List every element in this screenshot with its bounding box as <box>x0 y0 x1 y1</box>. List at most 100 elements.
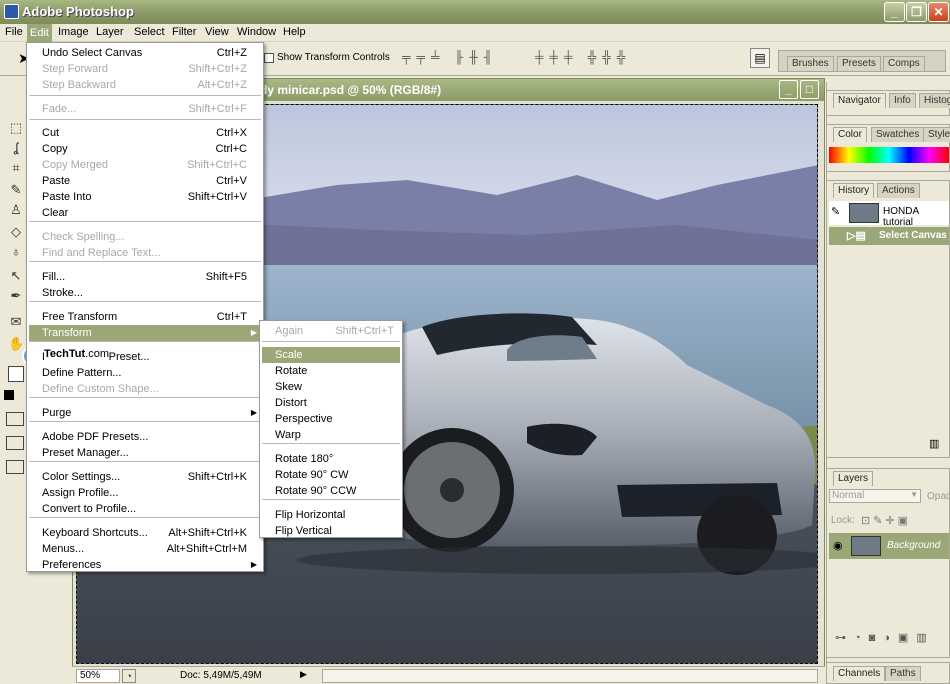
zoom-icon[interactable]: ◔ <box>122 669 136 683</box>
tab-histogram[interactable]: Histog <box>919 93 950 108</box>
zoom-field[interactable]: 50% <box>76 669 120 683</box>
menu-item-label: Assign Profile... <box>42 487 119 499</box>
menu-separator <box>29 301 261 302</box>
transform-menu-item[interactable]: Rotate 90° CW <box>262 467 400 483</box>
menu-filter[interactable]: Filter <box>169 26 199 38</box>
edit-menu-item[interactable]: Undo Select Canvas Ctrl+Z <box>29 45 261 61</box>
edit-menu-item[interactable]: Menus... Alt+Shift+Ctrl+M <box>29 541 261 557</box>
blur-icon[interactable]: ♁ <box>8 244 24 260</box>
blend-mode-select[interactable]: Normal ▼ <box>829 489 921 503</box>
lock-icons[interactable]: ⊡✎✛▣ <box>861 514 911 527</box>
edit-menu-item[interactable]: Copy Ctrl+C <box>29 141 261 157</box>
history-snapshot[interactable]: ✎ HONDA tutorial <box>829 201 949 228</box>
quick-mask-icon[interactable] <box>6 412 24 426</box>
edit-menu-item[interactable]: Assign Profile... <box>29 485 261 501</box>
tab-layers[interactable]: Layers <box>833 471 874 486</box>
tab-presets[interactable]: Presets <box>837 56 881 71</box>
transform-menu-item[interactable]: Flip Horizontal <box>262 507 400 523</box>
show-transform-checkbox[interactable]: Show Transform Controls <box>264 52 390 63</box>
transform-menu-item[interactable]: Rotate 90° CCW <box>262 483 400 499</box>
transform-menu-item[interactable]: Perspective <box>262 411 400 427</box>
menu-item-label: Cut <box>42 127 60 139</box>
menu-select[interactable]: Select <box>131 26 168 38</box>
tab-history[interactable]: History <box>833 183 875 198</box>
tab-channels[interactable]: Channels <box>833 666 886 681</box>
tab-actions[interactable]: Actions <box>877 183 920 198</box>
status-arrow-icon[interactable]: ▶ <box>300 669 310 683</box>
edit-menu-item[interactable]: Define Pattern... <box>29 365 261 381</box>
layer-buttons-icons[interactable]: ⊶◔◙◑▣▥ <box>835 631 935 644</box>
eraser-icon[interactable]: ◇ <box>8 224 24 240</box>
edit-menu-item[interactable]: Clear <box>29 205 261 221</box>
menu-item-label: Perspective <box>275 413 333 425</box>
menu-file[interactable]: File <box>2 26 26 38</box>
layer-name: Background <box>887 540 941 551</box>
menu-view[interactable]: View <box>202 26 232 38</box>
edit-menu-item[interactable]: Keyboard Shortcuts... Alt+Shift+Ctrl+K <box>29 525 261 541</box>
file-browser-icon[interactable]: ▤ <box>750 48 770 68</box>
edit-menu-item[interactable]: Preset Manager... <box>29 445 261 461</box>
menu-layer[interactable]: Layer <box>93 26 127 38</box>
menu-help[interactable]: Help <box>280 26 309 38</box>
marquee-icon[interactable]: ⬚ <box>8 120 24 136</box>
background-color-swatch[interactable] <box>8 366 24 382</box>
foreground-color-swatch[interactable] <box>4 390 14 400</box>
hand-icon[interactable]: ✋ <box>8 336 24 352</box>
tab-color[interactable]: Color <box>833 127 867 142</box>
edit-menu-item[interactable]: Paste Into Shift+Ctrl+V <box>29 189 261 205</box>
edit-menu-item[interactable]: Preferences ▶ <box>29 557 261 573</box>
tab-brushes[interactable]: Brushes <box>787 56 834 71</box>
edit-menu-item[interactable]: Fill... Shift+F5 <box>29 269 261 285</box>
menu-edit[interactable]: Edit <box>27 24 52 42</box>
edit-menu-item[interactable]: Transform ▶ <box>29 325 261 341</box>
edit-menu-item[interactable]: Paste Ctrl+V <box>29 173 261 189</box>
path-select-icon[interactable]: ↖ <box>8 268 24 284</box>
tab-styles[interactable]: Styles <box>923 127 950 142</box>
brush-icon[interactable]: ✎ <box>8 182 24 198</box>
menu-image[interactable]: Image <box>55 26 92 38</box>
edit-menu-item[interactable]: Convert to Profile... <box>29 501 261 517</box>
tab-navigator[interactable]: Navigator <box>833 93 886 108</box>
stamp-icon[interactable]: ♙ <box>8 202 24 218</box>
color-ramp[interactable] <box>829 147 949 163</box>
distribute-icons[interactable]: ╪╪╪ ╬╬╬ <box>535 50 631 64</box>
trash-icon[interactable]: ▥ <box>929 437 939 450</box>
align-icons[interactable]: ╤╤╧ ╟╫╢ <box>402 50 498 64</box>
edit-menu-item[interactable]: Free Transform Ctrl+T <box>29 309 261 325</box>
minimize-icon[interactable]: _ <box>884 2 905 22</box>
tab-comps[interactable]: Comps <box>883 56 925 71</box>
layer-row-background[interactable]: ◉ Background <box>829 533 949 559</box>
transform-menu-item[interactable]: Rotate <box>262 363 400 379</box>
menu-item-label: Keyboard Shortcuts... <box>42 527 148 539</box>
menu-item-label: Convert to Profile... <box>42 503 137 515</box>
lasso-icon[interactable]: ʆ <box>8 140 24 156</box>
transform-menu-item[interactable]: Flip Vertical <box>262 523 400 539</box>
tab-swatches[interactable]: Swatches <box>871 127 925 142</box>
tab-paths[interactable]: Paths <box>885 666 921 681</box>
pen-icon[interactable]: ✒ <box>8 288 24 304</box>
transform-menu-item[interactable]: Scale <box>262 347 400 363</box>
history-state-selected[interactable]: ▷▤ Select Canvas <box>829 227 949 245</box>
edit-menu-item[interactable]: Cut Ctrl+X <box>29 125 261 141</box>
edit-menu-item[interactable]: Purge ▶ <box>29 405 261 421</box>
checkbox-icon[interactable] <box>264 52 274 63</box>
edit-menu-item[interactable]: Adobe PDF Presets... <box>29 429 261 445</box>
edit-menu-item[interactable]: Stroke... <box>29 285 261 301</box>
horizontal-scrollbar[interactable] <box>322 669 818 683</box>
screen-mode-icon[interactable] <box>6 436 24 450</box>
restore-icon[interactable]: ❐ <box>906 2 927 22</box>
transform-menu-item[interactable]: Distort <box>262 395 400 411</box>
transform-menu-item[interactable]: Warp <box>262 427 400 443</box>
menu-window[interactable]: Window <box>234 26 279 38</box>
transform-menu-item[interactable]: Rotate 180° <box>262 451 400 467</box>
crop-icon[interactable]: ⌗ <box>8 160 24 176</box>
doc-maximize-icon[interactable]: □ <box>800 80 819 99</box>
jump-to-imageready-icon[interactable] <box>6 460 24 474</box>
notes-icon[interactable]: ✉ <box>8 314 24 330</box>
doc-minimize-icon[interactable]: _ <box>779 80 798 99</box>
tab-info[interactable]: Info <box>889 93 916 108</box>
close-icon[interactable]: ✕ <box>928 2 949 22</box>
visibility-eye-icon[interactable]: ◉ <box>833 539 843 552</box>
edit-menu-item[interactable]: Color Settings... Shift+Ctrl+K <box>29 469 261 485</box>
transform-menu-item[interactable]: Skew <box>262 379 400 395</box>
